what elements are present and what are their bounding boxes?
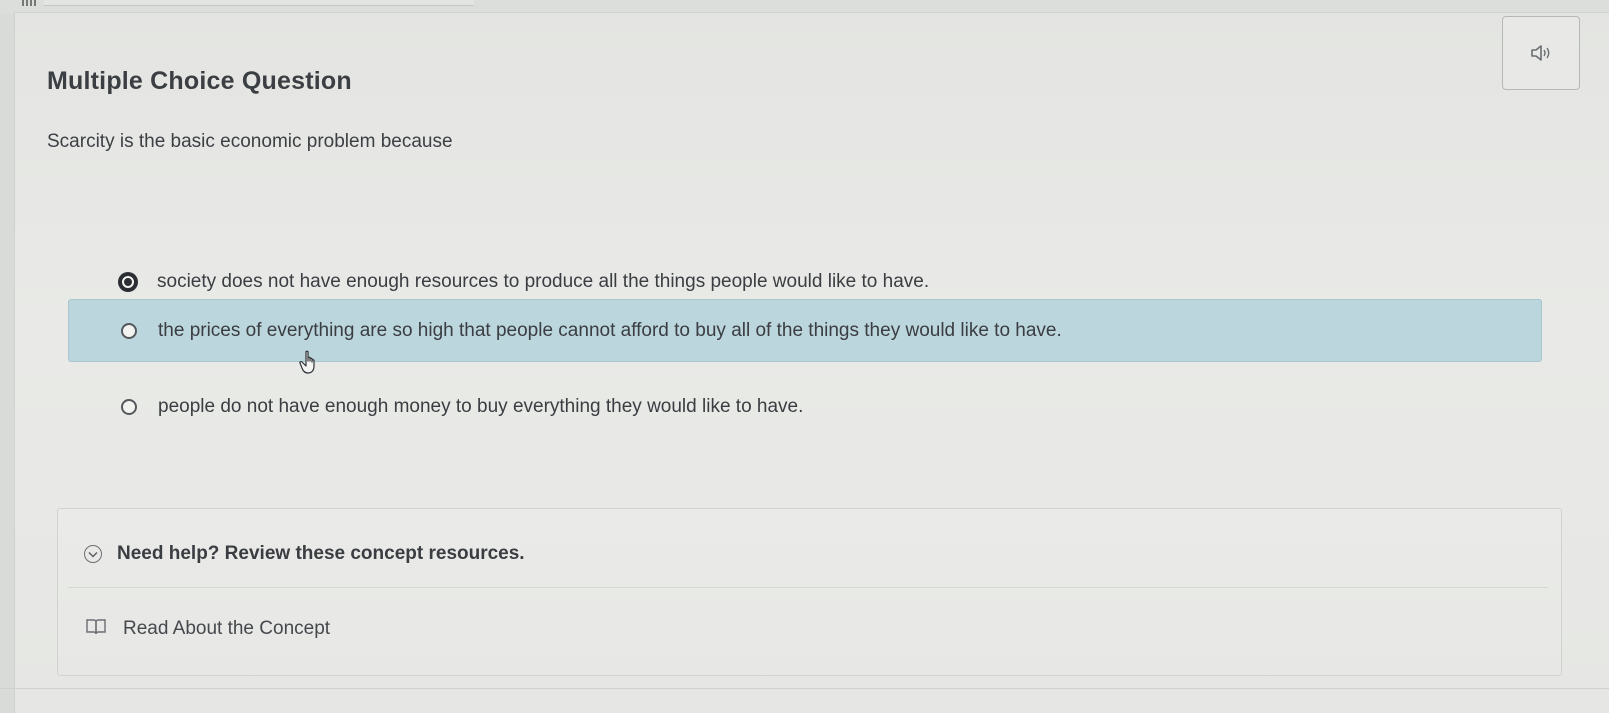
answer-option-3[interactable]: people do not have enough money to buy e… [121,396,803,418]
answer-option-text: the prices of everything are so high tha… [158,319,1062,341]
help-toggle-label: Need help? Review these concept resource… [117,543,525,564]
read-about-concept-label: Read About the Concept [123,618,331,639]
answer-option-text: society does not have enough resources t… [157,271,930,292]
speaker-icon [1530,44,1552,62]
divider [0,688,1609,689]
help-resources-panel: Need help? Review these concept resource… [57,508,1562,676]
divider [68,587,1548,588]
book-icon [86,618,106,640]
question-prompt: Scarcity is the basic economic problem b… [47,131,453,152]
answer-option-2[interactable]: the prices of everything are so high tha… [68,299,1542,362]
progress-strip [44,0,474,6]
read-about-concept-link[interactable]: Read About the Concept [86,618,330,640]
chevron-down-circle-icon [84,545,102,563]
answer-option-text: people do not have enough money to buy e… [158,396,804,417]
question-type-title: Multiple Choice Question [47,67,352,95]
answer-option-1[interactable]: society does not have enough resources t… [120,271,929,293]
radio-button-selected[interactable] [120,274,136,290]
radio-button[interactable] [121,399,137,415]
read-aloud-button[interactable] [1502,16,1580,90]
help-toggle[interactable]: Need help? Review these concept resource… [84,543,525,565]
radio-button[interactable] [121,322,137,339]
question-card: Multiple Choice Question Scarcity is the… [14,12,1609,713]
toolbar-marks [22,0,36,10]
